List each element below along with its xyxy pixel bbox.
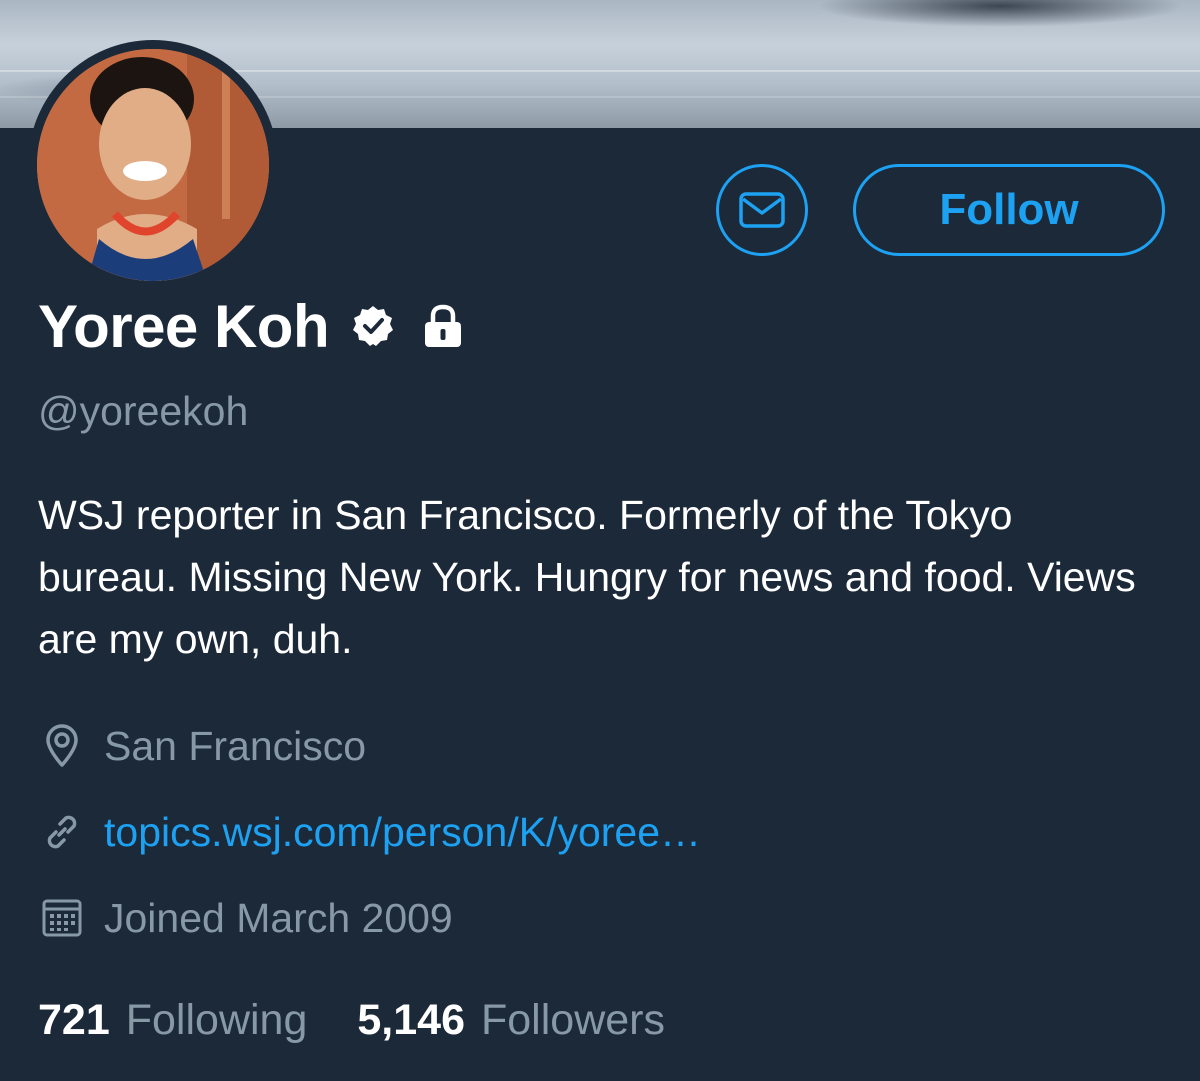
link-icon — [38, 808, 86, 856]
following-stat[interactable]: 721 Following — [38, 996, 307, 1045]
display-name: Yoree Koh — [38, 292, 330, 360]
lock-icon — [421, 303, 465, 349]
follow-button[interactable]: Follow — [853, 164, 1165, 256]
location-row: San Francisco — [38, 722, 366, 770]
calendar-icon — [38, 894, 86, 942]
followers-label: Followers — [481, 996, 665, 1044]
joined-row: Joined March 2009 — [38, 894, 453, 942]
message-button[interactable] — [716, 164, 808, 256]
profile-joined-date: Joined March 2009 — [104, 894, 453, 941]
following-count: 721 — [38, 996, 110, 1044]
avatar-photo — [37, 49, 269, 281]
verified-badge-icon — [351, 304, 395, 348]
profile-website-link[interactable]: topics.wsj.com/person/K/yoree… — [104, 809, 701, 856]
name-row: Yoree Koh — [38, 290, 465, 362]
followers-stat[interactable]: 5,146 Followers — [357, 996, 665, 1045]
followers-count: 5,146 — [357, 996, 465, 1044]
envelope-icon — [739, 192, 785, 228]
profile-bio: WSJ reporter in San Francisco. Formerly … — [38, 492, 1136, 662]
profile-stats: 721 Following 5,146 Followers — [38, 996, 665, 1045]
avatar[interactable] — [28, 40, 278, 290]
location-pin-icon — [38, 722, 86, 770]
profile-handle: @yoreekoh — [38, 388, 249, 434]
profile-location: San Francisco — [104, 722, 367, 769]
following-label: Following — [125, 996, 308, 1044]
website-row: topics.wsj.com/person/K/yoree… — [38, 808, 701, 856]
